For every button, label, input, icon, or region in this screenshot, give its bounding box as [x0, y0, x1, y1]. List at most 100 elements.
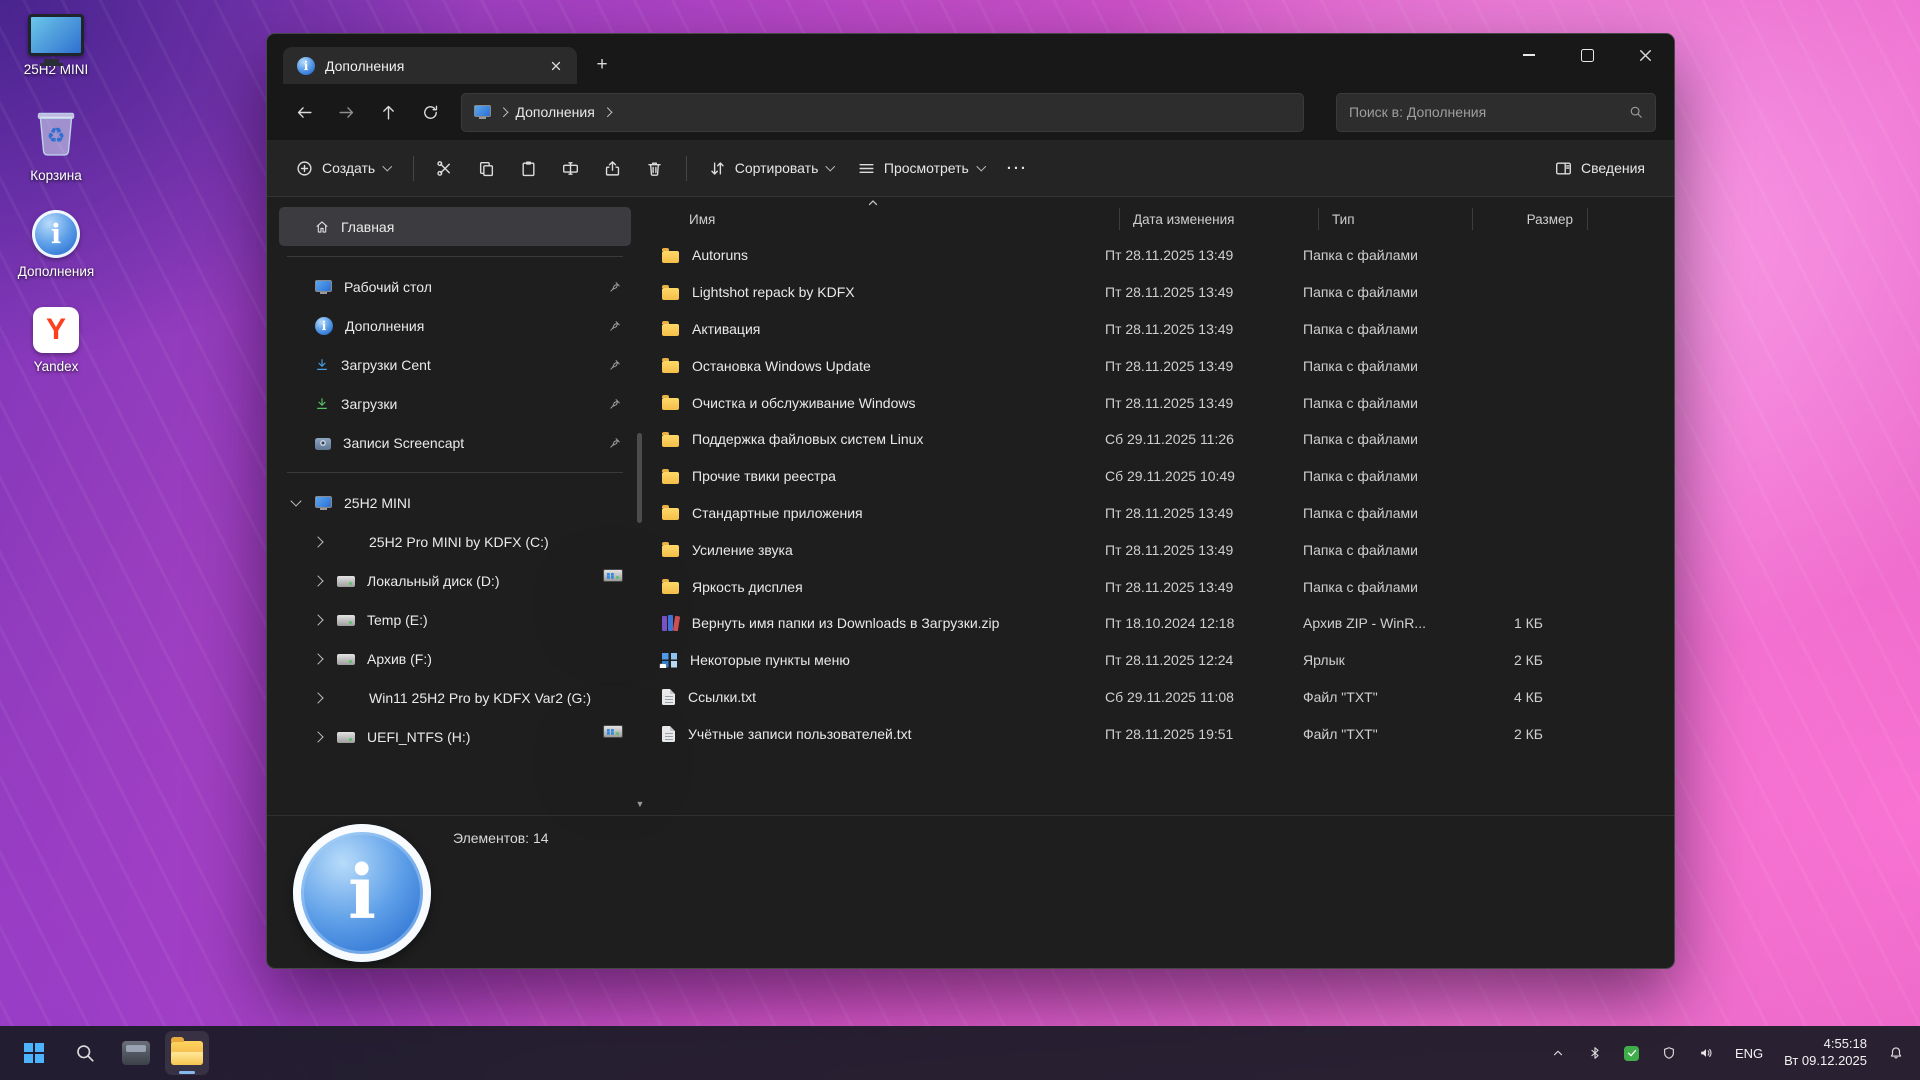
rename-button[interactable] — [551, 149, 591, 187]
delete-button[interactable] — [635, 149, 675, 187]
copy-button[interactable] — [467, 149, 507, 187]
sidebar-item-drive-f[interactable]: Архив (F:) — [279, 639, 631, 678]
folder-preview-info-icon: i — [293, 824, 431, 962]
forward-button[interactable] — [327, 94, 365, 130]
file-row[interactable]: Активация Пт 28.11.2025 13:49 Папка с фа… — [655, 311, 1664, 348]
chevron-right-icon[interactable] — [312, 575, 323, 586]
file-type: Папка с файлами — [1290, 505, 1443, 521]
tab-dopolneniya[interactable]: i Дополнения — [283, 47, 577, 84]
file-row[interactable]: Стандартные приложения Пт 28.11.2025 13:… — [655, 495, 1664, 532]
sidebar-item-drive-g[interactable]: Win11 25H2 Pro by KDFX Var2 (G:) — [279, 678, 631, 717]
address-bar[interactable]: Дополнения — [461, 93, 1304, 132]
folder-icon — [662, 288, 679, 300]
share-button[interactable] — [593, 149, 633, 187]
create-button[interactable]: Создать — [285, 149, 402, 187]
language-indicator[interactable]: ENG — [1731, 1038, 1767, 1068]
taskbar-file-explorer-button[interactable] — [165, 1031, 209, 1075]
file-date: Пт 28.11.2025 13:49 — [1092, 395, 1290, 411]
taskbar-app-button[interactable] — [114, 1031, 158, 1075]
hidden-icons-button[interactable] — [1546, 1038, 1570, 1068]
file-list-pane: Имя Дата изменения Тип Размер Autoruns П… — [647, 197, 1674, 815]
chevron-right-icon[interactable] — [312, 692, 323, 703]
sort-button[interactable]: Сортировать — [698, 149, 845, 187]
maximize-button[interactable] — [1558, 34, 1616, 76]
divider — [686, 156, 687, 181]
search-input[interactable]: Поиск в: Дополнения — [1336, 93, 1656, 132]
sidebar-item-home[interactable]: Главная — [279, 207, 631, 246]
file-row[interactable]: Поддержка файловых систем Linux Сб 29.11… — [655, 421, 1664, 458]
sidebar-item-label: Главная — [341, 219, 394, 235]
refresh-button[interactable] — [411, 94, 449, 130]
shield-icon — [1662, 1046, 1676, 1060]
view-button[interactable]: Просмотреть — [847, 149, 995, 187]
details-pane-button[interactable]: Сведения — [1544, 149, 1656, 187]
file-name: Остановка Windows Update — [692, 358, 871, 374]
sidebar-item-zagruzki-cent[interactable]: Загрузки Cent — [279, 345, 631, 384]
tab-close-button[interactable] — [543, 53, 569, 79]
more-options-button[interactable]: ··· — [997, 149, 1037, 187]
file-row[interactable]: Вернуть имя папки из Downloads в Загрузк… — [655, 605, 1664, 642]
column-header-type[interactable]: Тип — [1318, 208, 1472, 230]
drive-icon — [337, 732, 355, 743]
windows-drive-icon — [603, 569, 623, 582]
volume-button[interactable] — [1694, 1038, 1718, 1068]
desktop-icon-recycle-bin[interactable]: ♻ Корзина — [8, 105, 104, 184]
sidebar-item-drive-h[interactable]: UEFI_NTFS (H:) — [279, 717, 631, 756]
start-button[interactable] — [12, 1031, 56, 1075]
screen-capture-icon — [315, 438, 331, 450]
taskbar-search-button[interactable] — [63, 1031, 107, 1075]
file-row[interactable]: Ссылки.txt Сб 29.11.2025 11:08 Файл "TXT… — [655, 679, 1664, 716]
new-tab-button[interactable]: + — [585, 48, 619, 82]
sidebar-item-drive-e[interactable]: Temp (E:) — [279, 600, 631, 639]
sidebar-item-drive-d[interactable]: Локальный диск (D:) — [279, 561, 631, 600]
navigation-bar: Дополнения Поиск в: Дополнения — [267, 84, 1674, 140]
chevron-right-icon[interactable] — [312, 653, 323, 664]
minimize-button[interactable] — [1500, 34, 1558, 76]
desktop-icon-dopolneniya[interactable]: i Дополнения — [8, 210, 104, 280]
chevron-right-icon[interactable] — [312, 731, 323, 742]
notifications-button[interactable] — [1884, 1038, 1908, 1068]
breadcrumb-segment[interactable]: Дополнения — [516, 104, 595, 120]
file-row[interactable]: Очистка и обслуживание Windows Пт 28.11.… — [655, 384, 1664, 421]
column-header-date[interactable]: Дата изменения — [1119, 208, 1318, 230]
sidebar-item-25h2-mini[interactable]: 25H2 MINI — [279, 483, 631, 522]
file-row[interactable]: Lightshot repack by KDFX Пт 28.11.2025 1… — [655, 274, 1664, 311]
file-row[interactable]: Учётные записи пользователей.txt Пт 28.1… — [655, 715, 1664, 752]
sidebar-scrollbar[interactable]: ▼ — [635, 203, 645, 809]
security-tray-button[interactable] — [1657, 1038, 1681, 1068]
folder-icon — [662, 324, 679, 336]
bluetooth-button[interactable] — [1583, 1038, 1607, 1068]
back-button[interactable] — [285, 94, 323, 130]
sidebar-item-desktop[interactable]: Рабочий стол — [279, 267, 631, 306]
file-row[interactable]: Остановка Windows Update Пт 28.11.2025 1… — [655, 347, 1664, 384]
desktop-icon-25h2-mini[interactable]: 25H2 MINI — [8, 14, 104, 78]
paste-button[interactable] — [509, 149, 549, 187]
chevron-right-icon[interactable] — [312, 536, 323, 547]
close-window-button[interactable] — [1616, 34, 1674, 76]
sidebar-item-dopolneniya[interactable]: i Дополнения — [279, 306, 631, 345]
file-row[interactable]: Некоторые пункты меню Пт 28.11.2025 12:2… — [655, 642, 1664, 679]
folder-icon — [662, 251, 679, 263]
sidebar-item-drive-c[interactable]: 25H2 Pro MINI by KDFX (C:) — [279, 522, 631, 561]
column-header-name[interactable]: Имя — [655, 208, 1119, 230]
antivirus-tray-button[interactable] — [1620, 1038, 1644, 1068]
sidebar-item-screencapt[interactable]: Записи Screencapt — [279, 423, 631, 462]
file-row[interactable]: Прочие твики реестра Сб 29.11.2025 10:49… — [655, 458, 1664, 495]
scrollbar-thumb[interactable] — [637, 433, 642, 523]
sidebar-item-zagruzki[interactable]: Загрузки — [279, 384, 631, 423]
column-header-size[interactable]: Размер — [1472, 208, 1588, 230]
file-explorer-window: i Дополнения + — [266, 33, 1675, 969]
window-controls — [1500, 34, 1674, 76]
file-row[interactable]: Яркость дисплея Пт 28.11.2025 13:49 Папк… — [655, 568, 1664, 605]
chevron-down-icon[interactable] — [290, 495, 301, 506]
create-label: Создать — [322, 160, 375, 176]
chevron-right-icon[interactable] — [312, 614, 323, 625]
file-row[interactable]: Autoruns Пт 28.11.2025 13:49 Папка с фай… — [655, 237, 1664, 274]
file-row[interactable]: Усиление звука Пт 28.11.2025 13:49 Папка… — [655, 531, 1664, 568]
desktop-icon-yandex[interactable]: Y Yandex — [8, 307, 104, 375]
file-date: Сб 29.11.2025 10:49 — [1092, 468, 1290, 484]
up-button[interactable] — [369, 94, 407, 130]
cut-button[interactable] — [425, 149, 465, 187]
scroll-down-arrow[interactable]: ▼ — [635, 799, 645, 809]
clock[interactable]: 4:55:18 Вт 09.12.2025 — [1780, 1036, 1871, 1070]
